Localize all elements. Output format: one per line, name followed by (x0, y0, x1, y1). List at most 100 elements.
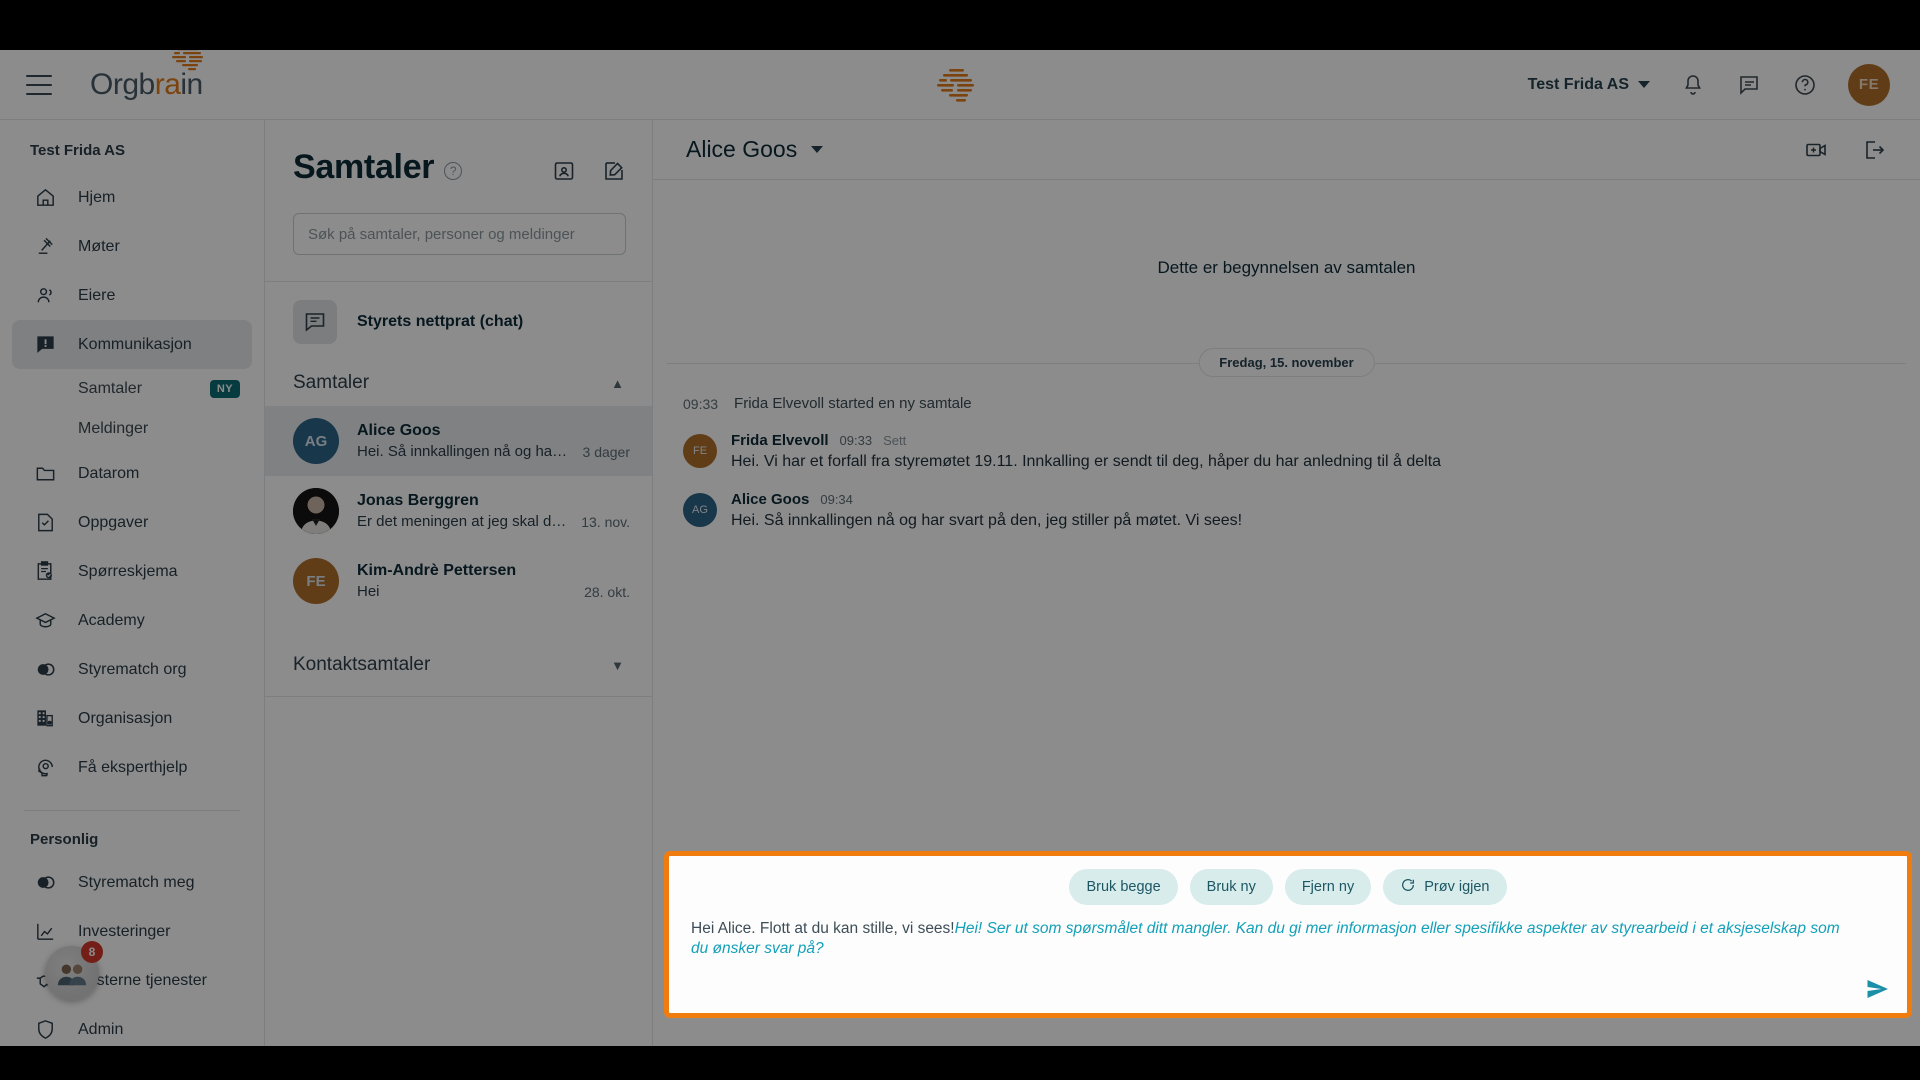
sidebar-item-sporreskjema[interactable]: Spørreskjema (12, 547, 252, 596)
conversation-group-kontaktsamtaler[interactable]: Kontaktsamtaler ▼ (265, 644, 652, 688)
sidebar-item-styrematch-meg[interactable]: Styrematch meg (12, 858, 252, 907)
message-composer: Bruk begge Bruk ny Fjern ny Prøv igjen H… (664, 851, 1912, 1018)
leave-icon[interactable] (1862, 138, 1886, 162)
retry-button[interactable]: Prøv igjen (1383, 869, 1507, 905)
sidebar-item-eiere[interactable]: Eiere (12, 271, 252, 320)
message-row: FE Frida Elvevoll 09:33 Sett Hei. Vi har… (653, 412, 1920, 471)
avatar: AG (683, 493, 717, 527)
profile-photo-icon (293, 488, 339, 534)
add-video-icon[interactable] (1804, 138, 1828, 162)
sidebar-item-samtaler[interactable]: Samtaler NY (12, 369, 252, 409)
conversation-group-samtaler[interactable]: Samtaler ▲ (265, 362, 652, 406)
brand-wordmark: Orgbrain (90, 68, 203, 102)
system-event-row: 09:33 Frida Elvevoll started en ny samta… (653, 377, 1920, 412)
brand-logo[interactable]: Orgbrain (90, 43, 203, 102)
help-widget-button[interactable]: 8 (45, 941, 103, 1000)
conversation-list-item[interactable]: AG Alice Goos Hei. Så innkallingen nå og… (265, 406, 652, 476)
pinned-conversation-label: Styrets nettprat (chat) (357, 313, 524, 330)
conversation-name: Kim-Andrè Pettersen (357, 562, 517, 579)
pinned-conversation[interactable]: Styrets nettprat (chat) (265, 282, 652, 362)
sidebar-label: Academy (78, 611, 145, 629)
header-actions: Test Frida AS FE (1528, 63, 1890, 106)
shield-icon (32, 1017, 58, 1043)
conversations-panel: Samtaler ? Styrets nettprat (chat) Samta… (265, 120, 653, 1080)
head-gear-icon (32, 755, 58, 781)
sidebar-org-name: Test Frida AS (30, 142, 126, 159)
group-label: Samtaler (293, 372, 370, 393)
sidebar-item-hjem[interactable]: Hjem (12, 173, 252, 222)
message-body: Alice Goos 09:34 Hei. Så innkallingen nå… (731, 491, 1242, 530)
chevron-down-icon: ▼ (611, 657, 624, 673)
remove-new-button[interactable]: Fjern ny (1284, 869, 1372, 905)
sidebar-item-meldinger[interactable]: Meldinger (12, 409, 252, 449)
chevron-down-icon[interactable] (811, 146, 824, 153)
sidebar-item-styrematch-org[interactable]: Styrematch org (12, 645, 252, 694)
message-input[interactable]: Hei Alice. Flott at du kan stille, vi se… (669, 905, 1907, 959)
conversation-list-item[interactable]: FE Kim-Andrè Pettersen Hei 28. okt. (265, 546, 652, 616)
composer-inner: Bruk begge Bruk ny Fjern ny Prøv igjen H… (669, 856, 1907, 1013)
date-separator-label: Fredag, 15. november (1198, 348, 1375, 377)
typed-text: Hei Alice. Flott at du kan stille, vi se… (691, 920, 955, 937)
chevron-up-icon: ▲ (611, 375, 624, 391)
message-time: 09:34 (820, 492, 853, 507)
conversation-bottom: Hei. Så innkallingen nå og har s… 3 dage… (357, 443, 630, 460)
conversation-time: 3 dager (582, 444, 630, 460)
sidebar-item-kommunikasjon[interactable]: Kommunikasjon (12, 320, 252, 369)
sidebar-label: Styrematch org (78, 660, 187, 678)
search-box[interactable] (293, 213, 626, 255)
chat-body: Dette er begynnelsen av samtalen Fredag,… (653, 180, 1920, 903)
system-event-text: Frida Elvevoll started en ny samtale (734, 395, 972, 412)
use-both-button[interactable]: Bruk begge (1069, 869, 1178, 905)
sidebar-item-moter[interactable]: Møter (12, 222, 252, 271)
message-header: Frida Elvevoll 09:33 Sett (731, 432, 1441, 449)
group-label: Kontaktsamtaler (293, 654, 431, 675)
compose-icon[interactable] (602, 159, 626, 183)
left-sidebar: Test Frida AS Hjem Møter Eiere Kommunika… (0, 120, 265, 1080)
people-icon (32, 283, 58, 309)
sidebar-label: Investeringer (78, 922, 171, 940)
help-widget-badge: 8 (81, 941, 103, 963)
org-switcher[interactable]: Test Frida AS (1528, 76, 1650, 94)
venn-icon (32, 870, 58, 896)
screen-letterbox-bottom (0, 1046, 1920, 1080)
venn-icon (32, 657, 58, 683)
send-icon[interactable] (1863, 977, 1891, 1001)
sidebar-item-oppgaver[interactable]: Oppgaver (12, 498, 252, 547)
chat-header: Alice Goos (653, 120, 1920, 180)
date-separator: Fredag, 15. november (653, 348, 1920, 377)
sidebar-item-fa-eksperthjelp[interactable]: Få eksperthjelp (12, 743, 252, 792)
conversations-header-actions (552, 159, 626, 183)
question-circle-icon[interactable]: ? (444, 161, 463, 180)
sidebar-item-datarom[interactable]: Datarom (12, 449, 252, 498)
search-input[interactable] (308, 225, 611, 243)
bell-icon[interactable] (1680, 72, 1706, 98)
status-badge: NY (209, 380, 240, 398)
message-sender: Alice Goos (731, 491, 810, 508)
message-body: Frida Elvevoll 09:33 Sett Hei. Vi har et… (731, 432, 1441, 471)
sidebar-label: Spørreskjema (78, 562, 178, 580)
app-root: Orgbrain Test Frida AS FE Test Frida AS … (0, 0, 1920, 1080)
user-avatar[interactable]: FE (1848, 63, 1890, 106)
contacts-icon[interactable] (552, 159, 576, 183)
conversation-texts: Jonas Berggren Er det meningen at jeg sk… (357, 492, 630, 530)
help-icon[interactable] (1792, 72, 1818, 98)
sidebar-item-investeringer[interactable]: Investeringer (12, 907, 252, 956)
chat-icon[interactable] (1736, 72, 1762, 98)
refresh-icon (1400, 877, 1416, 897)
people-avatar-icon (57, 964, 87, 986)
sidebar-item-organisasjon[interactable]: Organisasjon (12, 694, 252, 743)
conversation-list-item[interactable]: Jonas Berggren Er det meningen at jeg sk… (265, 476, 652, 546)
conversation-preview: Er det meningen at jeg skal delt… (357, 513, 571, 530)
sidebar-item-academy[interactable]: Academy (12, 596, 252, 645)
retry-label: Prøv igjen (1424, 879, 1490, 895)
use-new-button[interactable]: Bruk ny (1189, 869, 1273, 905)
message-text: Hei. Vi har et forfall fra styremøtet 19… (731, 453, 1442, 470)
clipboard-check-icon (32, 559, 58, 585)
sidebar-label: Oppgaver (78, 513, 149, 531)
message-text: Hei. Så innkallingen nå og har svart på … (731, 512, 1243, 529)
message-status: Sett (883, 433, 907, 448)
org-switcher-label: Test Frida AS (1527, 75, 1629, 93)
menu-toggle-icon[interactable] (26, 74, 52, 95)
avatar (293, 488, 339, 534)
top-header: Orgbrain Test Frida AS FE (0, 43, 1920, 120)
